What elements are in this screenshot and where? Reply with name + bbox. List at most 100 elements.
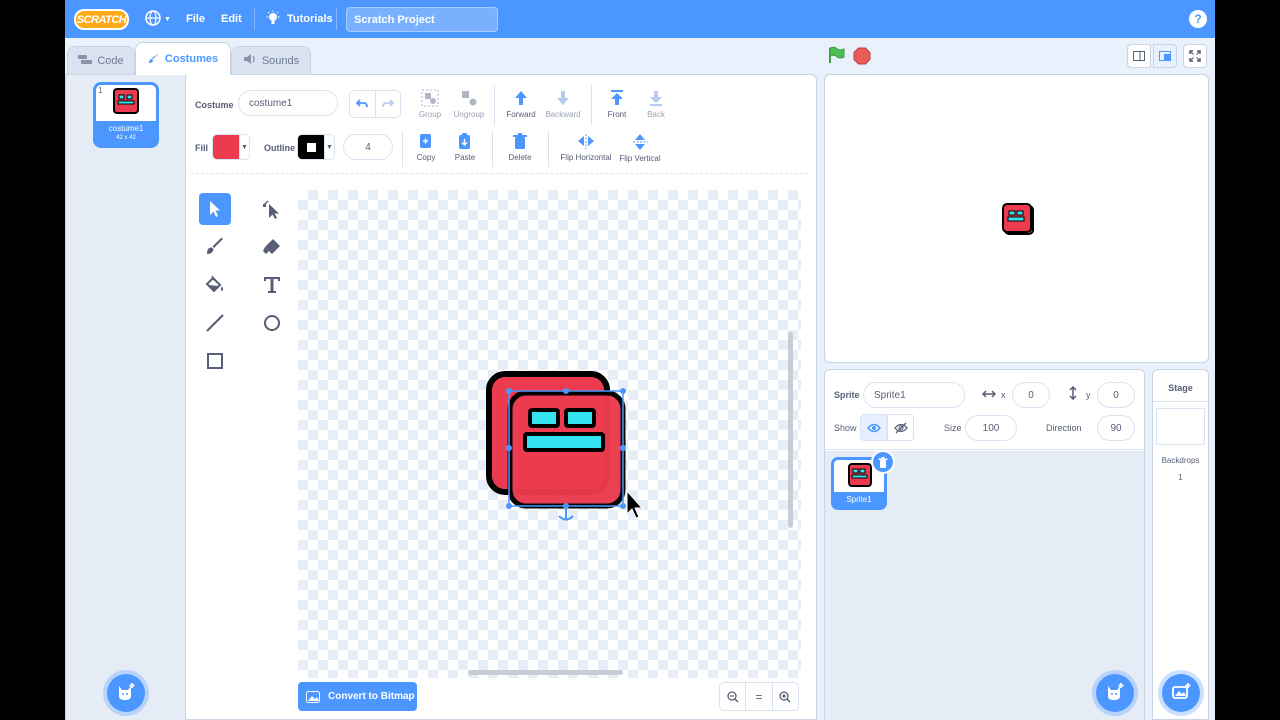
image-icon [306,690,320,703]
sprite-card-name: Sprite1 [846,495,872,504]
stage-canvas[interactable] [824,74,1209,363]
hide-sprite-button[interactable] [887,414,914,441]
y-input[interactable]: 0 [1097,382,1135,408]
forward-button[interactable]: Forward [504,89,538,119]
fill-tool[interactable] [199,269,231,301]
delete-button[interactable]: Delete [507,133,533,162]
rotate-handle-icon[interactable] [558,508,574,521]
select-tool[interactable] [199,193,231,225]
direction-label: Direction [1046,423,1082,433]
x-input[interactable]: 0 [1012,382,1050,408]
costume-number: 1 [98,86,103,95]
paint-canvas[interactable] [298,190,801,678]
horizontal-arrows-icon [981,388,997,402]
ungroup-button[interactable]: Ungroup [452,89,486,119]
copy-button[interactable]: Copy [414,133,438,162]
tab-code[interactable]: Code [67,46,135,74]
reshape-icon [263,200,279,219]
fullscreen-button[interactable] [1183,44,1207,68]
small-stage-button[interactable] [1127,44,1151,68]
outline-label: Outline [264,143,295,153]
file-menu[interactable]: File [186,0,205,38]
language-menu[interactable]: ▼ [145,0,171,38]
large-stage-button[interactable] [1153,44,1177,68]
text-tool[interactable] [256,269,288,301]
fill-swatch [213,135,239,159]
costume-card[interactable]: 1 costume1 42 x 42 [93,82,159,148]
zoom-reset-button[interactable]: = [745,683,771,710]
scratch-logo[interactable]: SCRATCH [74,9,129,30]
convert-to-bitmap-button[interactable]: Convert to Bitmap [298,682,417,711]
redo-button[interactable] [376,91,401,117]
image-plus-icon [1171,682,1191,705]
outline-width-input[interactable]: 4 [343,134,393,160]
vertical-arrows-icon [1068,385,1078,403]
trash-icon [513,133,527,149]
project-title-input[interactable]: Scratch Project [346,7,498,32]
paint-bucket-icon [205,275,223,293]
speaker-icon [243,53,257,68]
forward-label: Forward [506,110,536,119]
zoom-out-icon [727,690,739,703]
outline-color-picker[interactable]: ▼ [297,134,335,160]
sprite-info: Sprite Sprite1 x 0 y 0 Show Size 100 Dir… [825,370,1144,450]
show-sprite-button[interactable] [860,414,887,441]
eraser-tool[interactable] [256,231,288,263]
flip-vertical-icon [632,134,648,150]
sprite-on-stage[interactable] [1001,202,1037,238]
eye-icon [866,423,881,432]
costume-list: 1 costume1 42 x 42 [66,75,186,720]
flip-horizontal-button[interactable]: Flip Horizontal [559,133,613,162]
toolbar-divider [591,85,592,125]
forward-icon [515,91,527,105]
group-button[interactable]: Group [417,89,443,119]
fill-color-picker[interactable]: ▼ [212,134,250,160]
delete-label: Delete [508,153,532,162]
help-icon[interactable]: ? [1189,10,1207,28]
green-flag-button[interactable] [827,46,845,67]
front-label: Front [607,110,627,119]
line-tool[interactable] [199,307,231,339]
sprite-label: Sprite [834,390,860,400]
delete-sprite-button[interactable] [873,452,893,472]
menu-divider [336,8,337,30]
costume-name-input[interactable]: costume1 [238,90,338,116]
size-input[interactable]: 100 [965,415,1017,441]
rectangle-tool[interactable] [199,345,231,377]
stop-button[interactable] [853,47,871,68]
sprite-eye-left-front [528,408,560,428]
choose-costume-button[interactable] [107,674,145,712]
edit-menu[interactable]: Edit [221,0,242,38]
direction-input[interactable]: 90 [1097,415,1135,441]
stage-title: Stage [1168,383,1193,393]
undo-button[interactable] [350,91,376,117]
choose-sprite-button[interactable] [1096,674,1134,712]
zoom-out-button[interactable] [720,683,745,710]
choose-backdrop-button[interactable] [1162,674,1200,712]
zoom-in-icon [779,690,791,703]
tutorials-menu[interactable]: Tutorials [265,0,333,38]
ungroup-label: Ungroup [453,110,485,119]
backward-button[interactable]: Backward [544,89,582,119]
sprite-name-input[interactable]: Sprite1 [863,382,965,408]
toolbar-divider [191,173,808,174]
front-button[interactable]: Front [605,89,629,119]
tab-sounds[interactable]: Sounds [231,46,311,74]
flip-vertical-button[interactable]: Flip Vertical [619,133,661,163]
tab-costumes[interactable]: Costumes [135,42,231,75]
toolbar-divider [494,85,495,125]
brush-tool[interactable] [199,231,231,263]
circle-icon [264,315,280,331]
back-button[interactable]: Back [644,89,668,119]
zoom-in-button[interactable] [771,683,798,710]
large-stage-icon [1159,51,1171,61]
stage-selector[interactable]: Stage Backdrops 1 [1152,369,1209,720]
tab-costumes-label: Costumes [164,53,219,65]
vertical-scrollbar[interactable] [788,332,793,528]
paste-button[interactable]: Paste [451,133,479,162]
horizontal-scrollbar[interactable] [468,670,623,675]
back-icon [650,91,662,106]
reshape-tool[interactable] [256,193,288,225]
circle-tool[interactable] [256,307,288,339]
costume-label: Costume [195,100,234,110]
